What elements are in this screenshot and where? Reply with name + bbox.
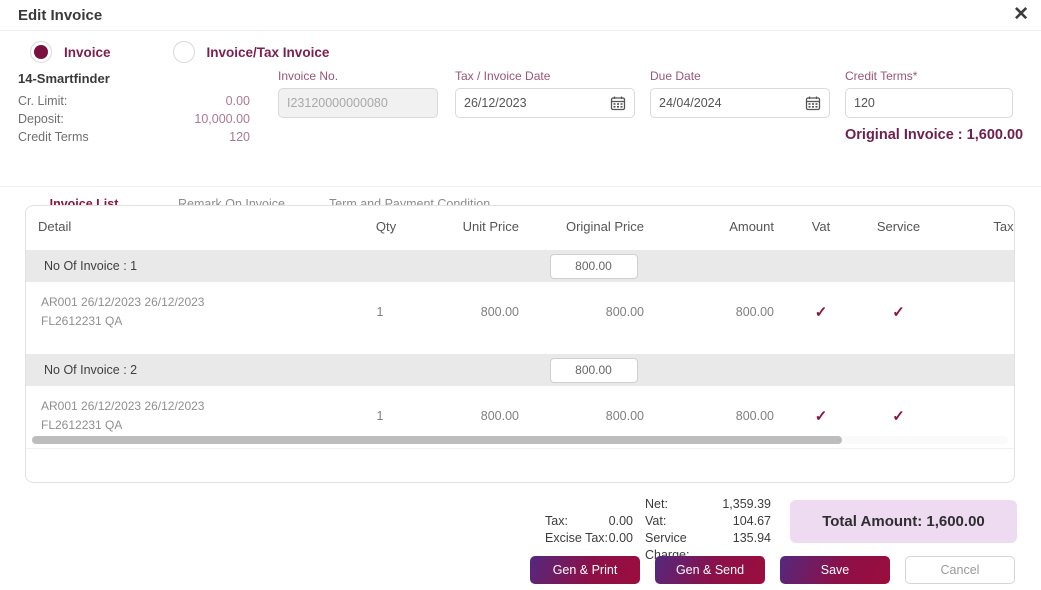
row-qty: 1 (376, 305, 384, 319)
row-unit-price: 800.00 (480, 305, 519, 319)
col-header-detail: Detail (38, 218, 72, 234)
action-button-row: Gen & Print Gen & Send Save Cancel (530, 556, 1015, 584)
col-header-vat: Vat (811, 218, 831, 234)
invoice-header-section: 14-Smartfinder Cr. Limit: 0.00 Deposit: … (0, 69, 1041, 187)
invoice-type-radio-group: Invoice Invoice/Tax Invoice (0, 31, 1041, 69)
group-price-input[interactable] (549, 357, 638, 383)
gen-print-button[interactable]: Gen & Print (530, 556, 640, 584)
cancel-button[interactable]: Cancel (905, 556, 1015, 584)
row-original-price: 800.00 (605, 409, 644, 423)
col-header-original-price: Original Price (565, 218, 644, 234)
horizontal-scrollbar-thumb[interactable] (32, 436, 842, 444)
radio-invoice-tax-invoice[interactable]: Invoice/Tax Invoice (172, 41, 330, 63)
row-qty: 1 (376, 409, 384, 423)
credit-limit-row: Cr. Limit: 0.00 (18, 94, 250, 108)
radio-selected-icon (30, 41, 52, 63)
close-icon[interactable]: ✕ (1013, 4, 1029, 26)
deposit-row: Deposit: 10,000.00 (18, 112, 250, 126)
dialog-header: Edit Invoice ✕ (0, 0, 1041, 31)
tax-invoice-date-field[interactable] (455, 88, 635, 118)
radio-invoice-tax-label: Invoice/Tax Invoice (206, 44, 330, 60)
table-row[interactable]: AR001 26/12/2023 26/12/2023 FL2612231 QA… (26, 282, 1014, 342)
col-header-service: Service (876, 218, 921, 234)
due-date-label: Due Date (650, 69, 701, 83)
summary-row-net: Net: 1,359.39 (645, 497, 771, 511)
row-unit-price: 800.00 (480, 409, 519, 423)
group-title: No Of Invoice : 1 (44, 259, 138, 273)
vat-check-icon: ✓ (814, 408, 828, 425)
summary-net-column: Net: 1,359.39 Vat: 104.67 Service Charge… (645, 496, 771, 564)
invoice-no-label: Invoice No. (278, 69, 339, 83)
group-title: No Of Invoice : 2 (44, 363, 138, 377)
vat-check-icon: ✓ (814, 304, 828, 321)
invoice-group-header: No Of Invoice : 1 (26, 250, 1014, 282)
invoice-no-input (287, 96, 429, 110)
horizontal-scrollbar[interactable] (32, 436, 1008, 444)
radio-invoice[interactable]: Invoice (30, 41, 111, 63)
radio-invoice-label: Invoice (64, 44, 111, 60)
service-check-icon: ✓ (892, 408, 905, 425)
total-amount-badge: Total Amount: 1,600.00 (790, 500, 1017, 543)
col-header-qty: Qty (375, 218, 397, 234)
customer-info: 14-Smartfinder Cr. Limit: 0.00 Deposit: … (18, 71, 250, 146)
invoice-group-header: No Of Invoice : 2 (26, 354, 1014, 386)
total-amount-text: Total Amount: 1,600.00 (822, 513, 985, 530)
table-header-row: Detail Qty Unit Price Original Price Amo… (26, 206, 1014, 246)
row-amount: 800.00 (735, 409, 774, 423)
save-button[interactable]: Save (780, 556, 890, 584)
row-original-price: 800.00 (605, 305, 644, 319)
page-title: Edit Invoice (18, 7, 103, 24)
col-header-unit-price: Unit Price (462, 218, 519, 234)
due-date-input[interactable] (659, 96, 799, 110)
credit-terms-row: Credit Terms 120 (18, 130, 250, 144)
gen-send-button[interactable]: Gen & Send (655, 556, 765, 584)
tax-invoice-date-label: Tax / Invoice Date (455, 69, 551, 83)
original-invoice-amount: Original Invoice : 1,600.00 (845, 127, 1024, 143)
row-amount: 800.00 (735, 305, 774, 319)
due-date-field-group: Due Date (650, 69, 830, 118)
tax-invoice-date-input[interactable] (464, 96, 604, 110)
invoice-no-field (278, 88, 438, 118)
col-header-tax: Tax (993, 218, 1014, 234)
due-date-field[interactable] (650, 88, 830, 118)
credit-terms-field-group: Credit Terms* (845, 69, 1013, 118)
col-header-amount: Amount (729, 218, 774, 234)
invoice-list-table: Detail Qty Unit Price Original Price Amo… (25, 205, 1015, 483)
group-price-input[interactable] (549, 253, 638, 279)
customer-name: 14-Smartfinder (18, 71, 110, 86)
row-detail: AR001 26/12/2023 26/12/2023 FL2612231 QA (41, 399, 205, 432)
summary-tax-column: Tax: 0.00 Excise Tax: 0.00 (545, 513, 633, 547)
summary-row-vat: Vat: 104.67 (645, 514, 771, 528)
credit-terms-input[interactable] (854, 96, 1004, 110)
calendar-icon[interactable] (610, 95, 626, 111)
credit-terms-label: Credit Terms* (845, 69, 918, 83)
rows-divider (26, 448, 1014, 449)
row-detail: AR001 26/12/2023 26/12/2023 FL2612231 QA (41, 295, 205, 328)
summary-row-tax: Tax: 0.00 (545, 514, 633, 528)
tax-invoice-date-field-group: Tax / Invoice Date (455, 69, 635, 118)
radio-unselected-icon (172, 41, 195, 63)
credit-terms-field[interactable] (845, 88, 1013, 118)
calendar-icon[interactable] (805, 95, 821, 111)
service-check-icon: ✓ (892, 304, 905, 321)
invoice-no-field-group: Invoice No. (278, 69, 438, 118)
summary-row-excise-tax: Excise Tax: 0.00 (545, 531, 633, 545)
